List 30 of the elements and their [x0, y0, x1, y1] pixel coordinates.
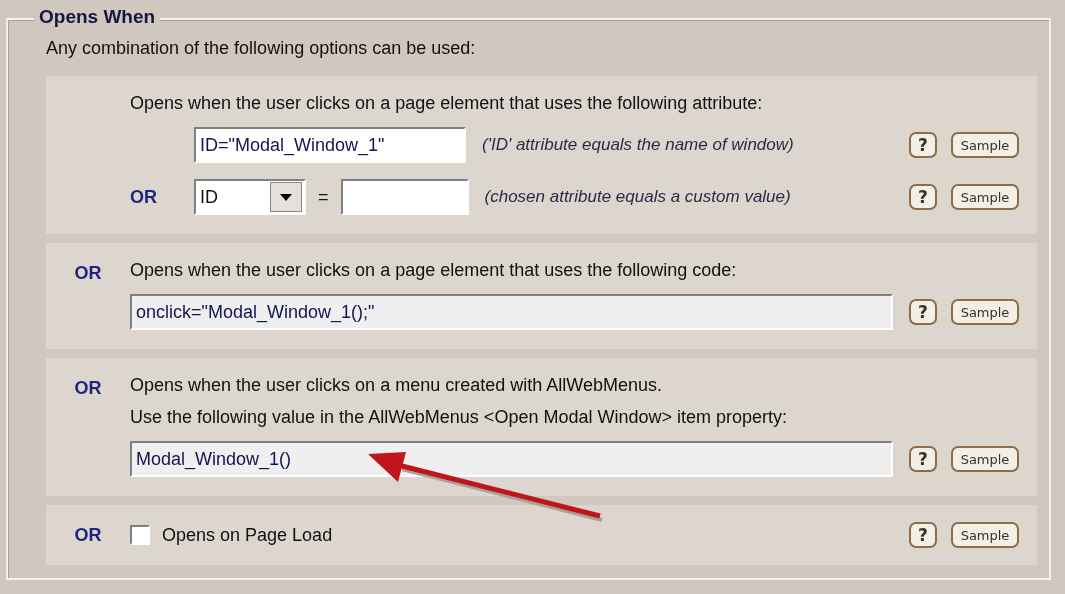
option-description: Opens when the user clicks on a page element that uses the following attribute:	[130, 92, 764, 115]
sample-button[interactable]: Sample	[951, 522, 1019, 548]
help-button[interactable]: ?	[909, 184, 937, 210]
sample-button[interactable]: Sample	[951, 446, 1019, 472]
value-field[interactable]	[340, 179, 469, 215]
or-label: OR	[74, 378, 102, 398]
sample-button[interactable]: Sample	[951, 132, 1019, 158]
help-button[interactable]: ?	[909, 132, 937, 158]
or-label: OR	[74, 263, 102, 283]
option-description: Opens when the user clicks on a page element that uses the following code:	[130, 259, 738, 282]
hint-text: ('ID' attribute equals the name of window)	[482, 135, 794, 155]
intro-text: Any combination of the following options can be used:	[46, 38, 477, 59]
or-label: OR	[74, 525, 102, 545]
help-button[interactable]: ?	[909, 299, 937, 325]
sample-button[interactable]: Sample	[951, 184, 1019, 210]
sample-button[interactable]: Sample	[951, 299, 1019, 325]
code-field[interactable]: onclick="Modal_Window_1();"	[130, 294, 893, 330]
equals-sign: =	[318, 186, 329, 208]
checkbox[interactable]	[130, 525, 150, 545]
hint-text: (chosen attribute equals a custom value)	[484, 187, 791, 207]
attribute-dropdown[interactable]: ID	[194, 179, 306, 215]
help-button[interactable]: ?	[909, 446, 937, 472]
option-description: Opens when the user clicks on a menu created with AllWebMenus.	[130, 374, 663, 397]
code-field[interactable]: Modal_Window_1()	[130, 441, 893, 477]
help-button[interactable]: ?	[909, 522, 937, 548]
attribute-field[interactable]: ID="Modal_Window_1"	[194, 127, 466, 163]
checkbox-label: Opens on Page Load	[162, 524, 333, 546]
option-description: Use the following value in the AllWebMenus <Open Modal Window> item property:	[130, 406, 788, 429]
dropdown-arrow-icon	[280, 193, 292, 201]
or-label: OR	[130, 186, 157, 207]
